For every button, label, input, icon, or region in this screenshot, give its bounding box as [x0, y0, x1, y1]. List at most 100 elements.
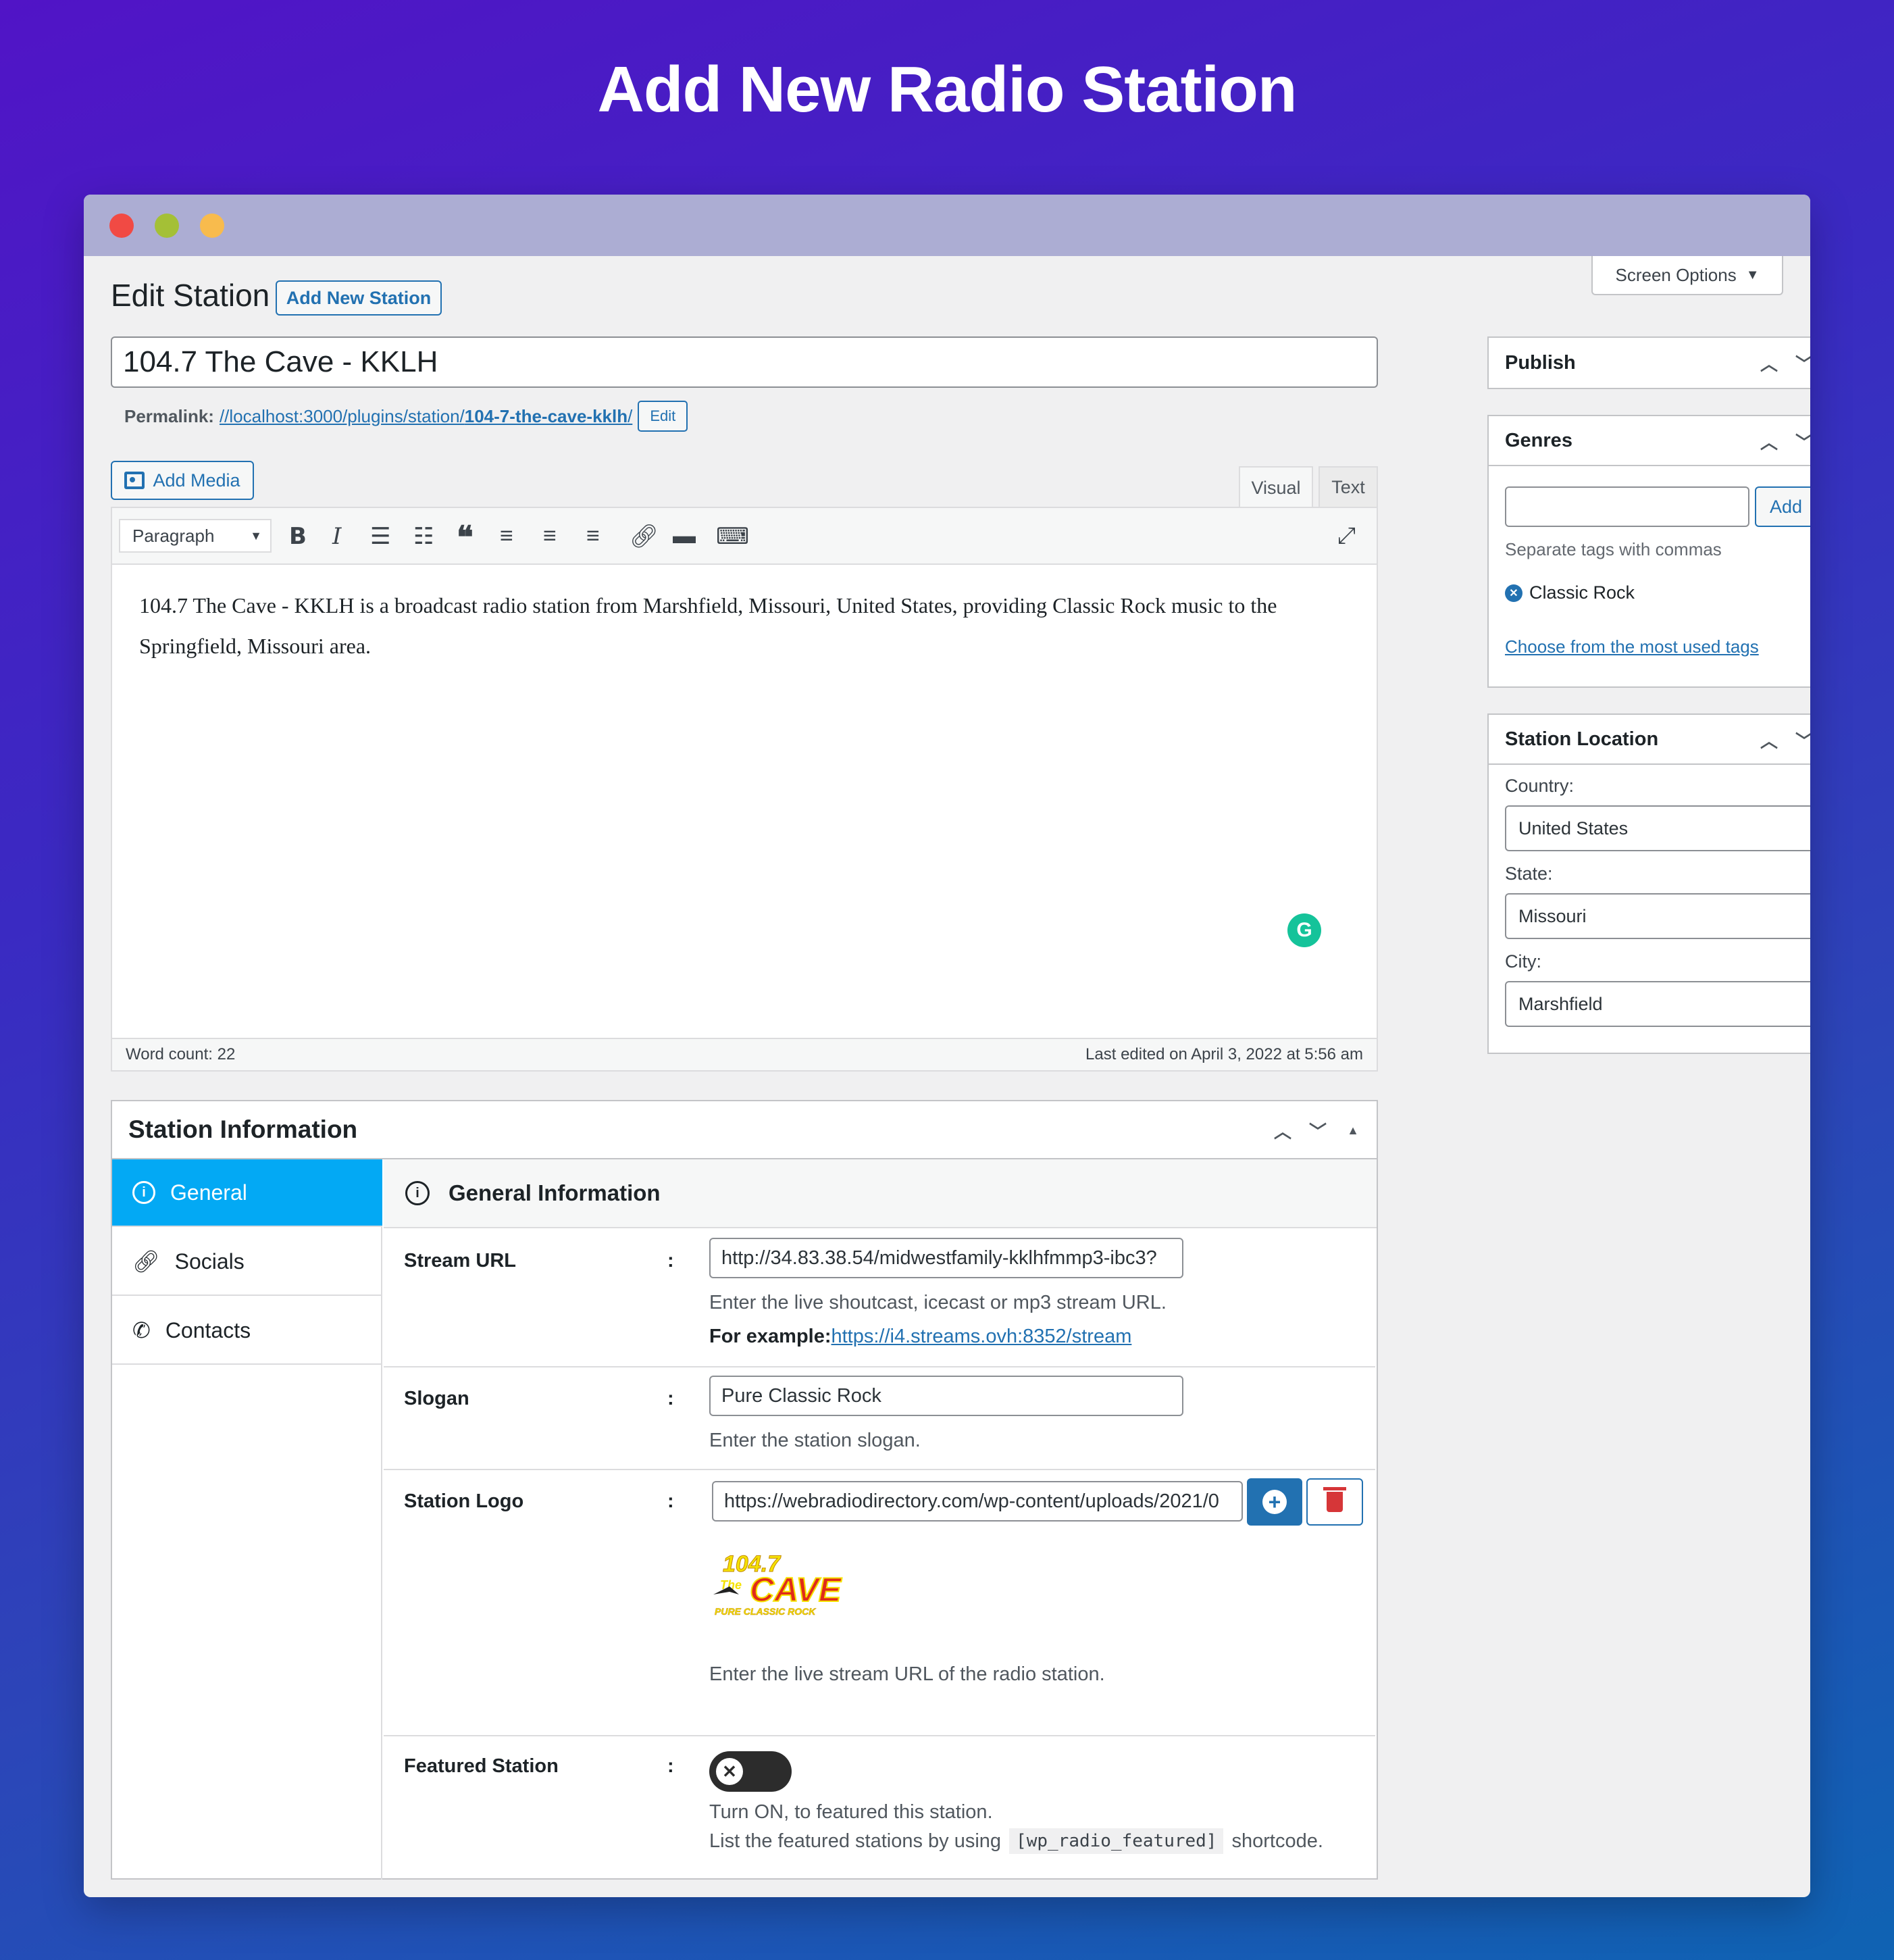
add-media-button[interactable]: Add Media: [111, 461, 254, 500]
numbered-list-icon[interactable]: ☷: [413, 523, 434, 550]
permalink-link[interactable]: //localhost:3000/plugins/station/104-7-t…: [220, 406, 632, 427]
example-link[interactable]: https://i4.streams.ovh:8352/stream: [831, 1326, 1132, 1347]
italic-icon[interactable]: I: [332, 523, 341, 550]
move-up-icon[interactable]: ︿: [1759, 429, 1779, 454]
colon: :: [667, 1250, 674, 1272]
slogan-label: Slogan: [404, 1388, 469, 1409]
read-more-icon[interactable]: ▬: [673, 523, 696, 549]
info-icon: i: [132, 1181, 155, 1204]
collapse-icon[interactable]: ▲: [1343, 1124, 1363, 1138]
format-select[interactable]: Paragraph ▼: [119, 519, 272, 553]
triangle-down-icon: ▼: [1745, 267, 1760, 282]
align-right-icon[interactable]: ≡: [586, 523, 600, 549]
grammarly-icon[interactable]: G: [1287, 913, 1321, 947]
colon: :: [667, 1388, 674, 1409]
screen-options-button[interactable]: Screen Options ▼: [1591, 256, 1783, 295]
blockquote-icon[interactable]: ❝: [457, 519, 474, 555]
info-icon: i: [405, 1181, 430, 1205]
genres-hint: Separate tags with commas: [1505, 539, 1722, 559]
plus-circle-icon: +: [1262, 1490, 1287, 1514]
trash-icon: [1323, 1487, 1346, 1512]
add-logo-button[interactable]: +: [1247, 1478, 1302, 1526]
genre-tag-input[interactable]: [1505, 486, 1749, 527]
general-panel: i General Information Stream URL : http:…: [384, 1159, 1377, 1880]
tab-socials[interactable]: 🔗︎ Socials: [112, 1228, 382, 1296]
stream-url-input[interactable]: http://34.83.38.54/midwestfamily-kklhfmm…: [709, 1238, 1183, 1278]
add-media-label: Add Media: [153, 470, 240, 491]
move-down-icon[interactable]: ﹀: [1794, 429, 1810, 454]
close-window-button[interactable]: [109, 213, 134, 238]
bold-icon[interactable]: B: [289, 523, 307, 550]
station-logo-help: Enter the live stream URL of the radio s…: [709, 1663, 1105, 1685]
city-select[interactable]: Marshfield×▼: [1505, 981, 1810, 1027]
state-value: Missouri: [1518, 905, 1587, 926]
tab-general[interactable]: i General: [112, 1159, 382, 1227]
move-up-icon[interactable]: ︿: [1759, 728, 1779, 753]
stream-url-label: Stream URL: [404, 1250, 516, 1272]
colon: :: [667, 1755, 674, 1777]
bullet-list-icon[interactable]: ☰: [370, 523, 390, 550]
state-select[interactable]: Missouri×▼: [1505, 893, 1810, 939]
delete-logo-button[interactable]: [1306, 1478, 1363, 1526]
move-up-icon[interactable]: ︿: [1759, 351, 1779, 376]
keyboard-icon[interactable]: ⌨: [716, 523, 749, 550]
browser-window: Screen Options ▼ Edit Station Add New St…: [84, 195, 1810, 1897]
station-logo-input[interactable]: https://webradiodirectory.com/wp-content…: [712, 1481, 1243, 1522]
maximize-window-button[interactable]: [200, 213, 224, 238]
tab-text[interactable]: Text: [1319, 466, 1378, 507]
genres-header[interactable]: Genres ︿﹀▲: [1489, 416, 1810, 466]
move-up-icon[interactable]: ︿: [1273, 1118, 1293, 1143]
station-location-header[interactable]: Station Location ︿﹀▲: [1489, 715, 1810, 765]
minimize-window-button[interactable]: [155, 213, 179, 238]
align-center-icon[interactable]: ≡: [543, 523, 557, 549]
genres-box: Genres ︿﹀▲ Add Separate tags with commas…: [1487, 415, 1810, 688]
move-down-icon[interactable]: ﹀: [1794, 351, 1810, 376]
word-count: Word count: 22: [126, 1045, 236, 1063]
station-information-header: Station Information ︿ ﹀ ▲: [112, 1101, 1377, 1159]
section-title: General Information: [449, 1180, 661, 1205]
featured-help-2b: shortcode.: [1231, 1830, 1323, 1852]
tab-visual[interactable]: Visual: [1239, 466, 1313, 508]
link-icon[interactable]: 🔗︎: [630, 523, 659, 550]
remove-tag-icon[interactable]: ✕: [1505, 584, 1522, 602]
fullscreen-icon[interactable]: ⤢: [1337, 523, 1356, 549]
format-select-value: Paragraph: [132, 525, 215, 546]
slogan-help: Enter the station slogan.: [709, 1430, 921, 1451]
move-down-icon[interactable]: ﹀: [1794, 728, 1810, 753]
featured-help-1: Turn ON, to featured this station.: [709, 1801, 993, 1823]
featured-shortcode: [wp_radio_featured]: [1009, 1828, 1224, 1854]
divider: [384, 1469, 1375, 1470]
editor-toolbar: Paragraph ▼ B I ☰ ☷ ❝ ≡ ≡ ≡ 🔗︎ ▬ ⌨ ⤢: [112, 508, 1377, 565]
tab-socials-label: Socials: [174, 1249, 245, 1274]
country-value: United States: [1518, 818, 1629, 838]
post-title-input[interactable]: 104.7 The Cave - KKLH: [111, 336, 1378, 388]
city-value: Marshfield: [1518, 993, 1603, 1014]
colon: :: [667, 1490, 674, 1512]
choose-tags-link[interactable]: Choose from the most used tags: [1505, 636, 1759, 657]
divider: [384, 1735, 1375, 1736]
divider: [384, 1366, 1375, 1367]
move-down-icon[interactable]: ﹀: [1308, 1118, 1328, 1143]
genre-tag-label: Classic Rock: [1529, 582, 1635, 603]
genres-title: Genres: [1505, 429, 1572, 451]
window-titlebar: [84, 195, 1810, 256]
country-select[interactable]: United States×▼: [1505, 805, 1810, 851]
stream-url-help: Enter the live shoutcast, icecast or mp3…: [709, 1292, 1167, 1313]
station-logo-value: https://webradiodirectory.com/wp-content…: [724, 1490, 1219, 1512]
align-left-icon[interactable]: ≡: [500, 523, 513, 549]
tab-general-label: General: [170, 1180, 247, 1205]
publish-header[interactable]: Publish ︿﹀▼: [1489, 338, 1810, 388]
permalink-edit-button[interactable]: Edit: [638, 401, 688, 432]
state-label: State:: [1505, 863, 1553, 884]
add-genre-button[interactable]: Add: [1755, 486, 1810, 527]
slogan-input[interactable]: Pure Classic Rock: [709, 1376, 1183, 1416]
add-new-station-button[interactable]: Add New Station: [276, 280, 442, 316]
station-location-box: Station Location ︿﹀▲ Country: United Sta…: [1487, 713, 1810, 1054]
station-information-title: Station Information: [128, 1115, 358, 1143]
stream-url-value: http://34.83.38.54/midwestfamily-kklhfmm…: [721, 1247, 1157, 1269]
permalink-end: /: [628, 405, 633, 426]
phone-icon: ✆: [132, 1318, 151, 1342]
editor-content[interactable]: 104.7 The Cave - KKLH is a broadcast rad…: [139, 585, 1348, 666]
featured-toggle[interactable]: ✕: [709, 1751, 792, 1792]
tab-contacts[interactable]: ✆ Contacts: [112, 1297, 382, 1365]
